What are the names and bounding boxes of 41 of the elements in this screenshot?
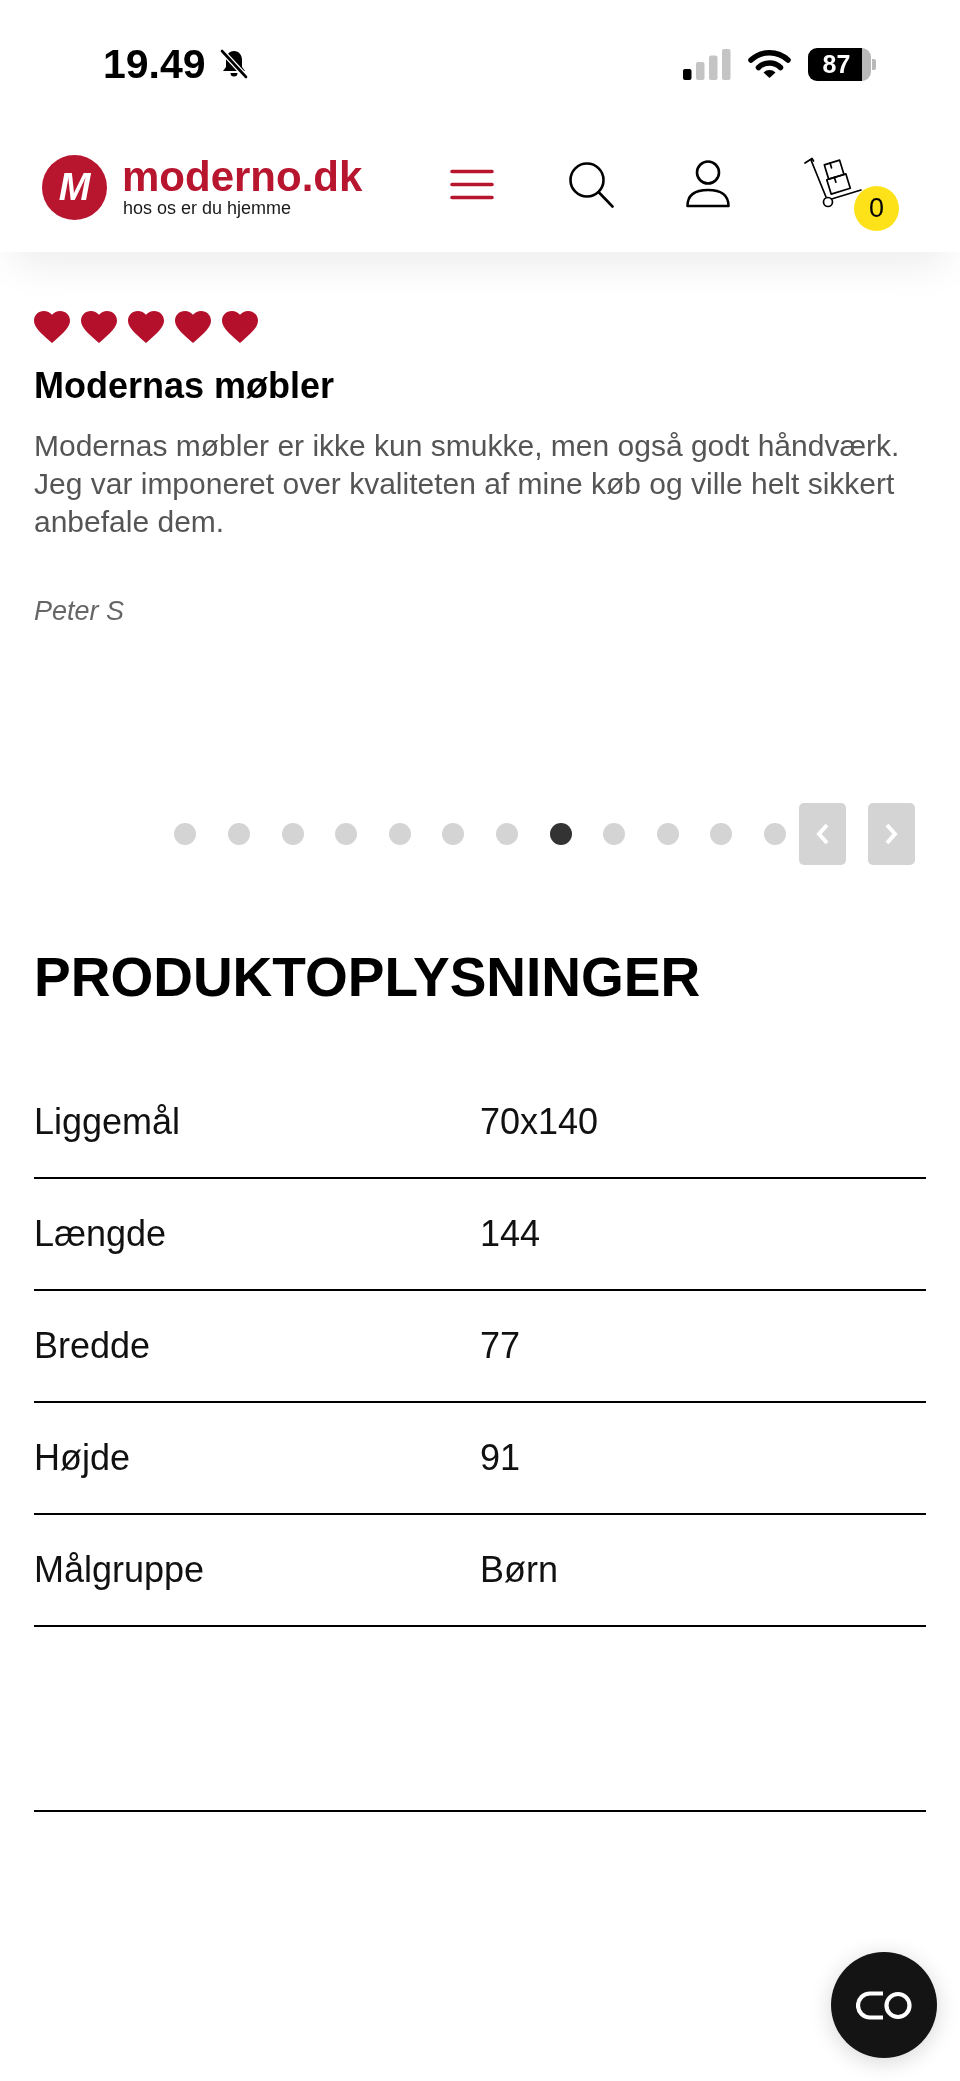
previous-button[interactable] — [799, 803, 846, 865]
spec-label: Målgruppe — [34, 1548, 206, 1592]
search-icon — [568, 160, 614, 208]
logo-wordmark[interactable]: moderno.dk — [122, 156, 363, 197]
heart-icon — [34, 311, 70, 343]
heart-icon — [81, 311, 117, 343]
heart-icon — [175, 311, 211, 343]
spec-label: Liggemål — [34, 1100, 182, 1144]
review-text: Modernas møbler er ikke kun smukke, men også godt håndværk. Jeg var imponeret over kvaliteten af mine køb og ville helt sikkert anbefale dem. — [34, 428, 901, 540]
status-time: 19.49 — [103, 43, 206, 85]
cart-count-badge: 0 — [854, 185, 899, 231]
account-button[interactable] — [685, 160, 731, 208]
spec-label: Bredde — [34, 1324, 152, 1368]
menu-icon — [450, 168, 494, 200]
search-button[interactable] — [568, 160, 614, 208]
wifi-icon — [748, 49, 791, 79]
spec-label: Højde — [34, 1436, 132, 1480]
heart-icon — [222, 311, 258, 343]
chevron-left-icon — [816, 823, 829, 845]
spec-value: Børn — [480, 1548, 559, 1592]
signal-icon — [683, 48, 731, 80]
menu-button[interactable] — [450, 168, 494, 200]
user-icon — [685, 160, 731, 208]
logo-mark[interactable]: M — [42, 154, 107, 220]
next-button[interactable] — [868, 803, 915, 865]
spec-value: 91 — [480, 1436, 522, 1480]
spec-label: Længde — [34, 1212, 168, 1256]
bell-slash-icon — [217, 48, 250, 80]
section-heading: PRODUKTOPLYSNINGER — [34, 947, 702, 1007]
logo-tagline[interactable]: hos os er du hjemme — [123, 197, 292, 218]
cart-button[interactable]: 0 — [804, 156, 899, 230]
review-title: Modernas møbler — [34, 365, 336, 407]
spec-value: 77 — [480, 1324, 522, 1368]
chevron-right-icon — [885, 823, 898, 845]
heart-icon — [128, 311, 164, 343]
ring-logo-icon — [856, 1990, 912, 2020]
hand-truck-icon — [804, 156, 863, 208]
spec-value: 70x140 — [480, 1100, 600, 1144]
review-author: Peter S — [34, 595, 126, 628]
spec-value: 144 — [480, 1212, 542, 1256]
battery-percentage: 87 — [822, 51, 851, 77]
